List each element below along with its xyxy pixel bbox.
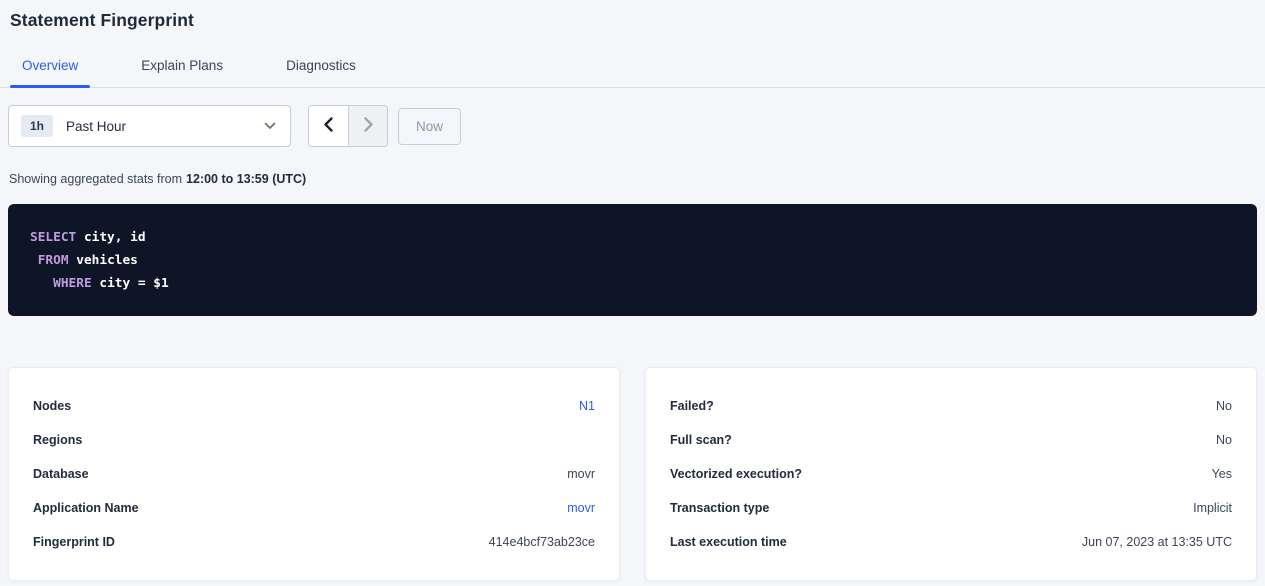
table-row: Database movr xyxy=(33,457,595,491)
row-label: Database xyxy=(33,467,89,481)
tab-diagnostics[interactable]: Diagnostics xyxy=(274,58,368,87)
execution-attributes-card: Failed? No Full scan? No Vectorized exec… xyxy=(645,367,1257,581)
row-label: Fingerprint ID xyxy=(33,535,115,549)
summary-cards: Nodes N1 Regions Database movr Applicati… xyxy=(8,367,1257,581)
sql-line: SELECT city, id xyxy=(30,226,1235,249)
interval-label: Past Hour xyxy=(66,119,126,134)
time-arrow-group xyxy=(308,105,388,147)
previous-time-button[interactable] xyxy=(309,106,348,146)
sql-keyword: SELECT xyxy=(30,230,76,245)
aggregated-stats-line: Showing aggregated stats from 12:00 to 13… xyxy=(9,172,1257,186)
row-label: Transaction type xyxy=(670,501,769,515)
now-button[interactable]: Now xyxy=(398,108,461,145)
sql-text: vehicles xyxy=(69,253,138,268)
sql-keyword: WHERE xyxy=(53,276,92,291)
sql-text: city, id xyxy=(76,230,145,245)
sql-line: FROM vehicles xyxy=(30,249,1235,272)
stats-prefix: Showing aggregated stats from xyxy=(9,172,182,186)
table-row: Last execution time Jun 07, 2023 at 13:3… xyxy=(670,525,1232,559)
sql-indent xyxy=(30,276,53,291)
row-label: Regions xyxy=(33,433,82,447)
sql-statement-box: SELECT city, id FROM vehicles WHERE city… xyxy=(8,204,1257,316)
page-header: Statement Fingerprint xyxy=(0,0,1265,31)
row-label: Nodes xyxy=(33,399,71,413)
row-label: Vectorized execution? xyxy=(670,467,802,481)
time-interval-dropdown[interactable]: 1h Past Hour xyxy=(8,105,291,147)
row-label: Full scan? xyxy=(670,433,732,447)
sql-keyword: FROM xyxy=(38,253,69,268)
fingerprint-id-value: 414e4bcf73ab23ce xyxy=(489,535,595,549)
table-row: Full scan? No xyxy=(670,423,1232,457)
interval-badge: 1h xyxy=(21,115,53,137)
sql-indent xyxy=(30,253,38,268)
table-row: Fingerprint ID 414e4bcf73ab23ce xyxy=(33,525,595,559)
row-value: No xyxy=(1216,399,1232,413)
sql-line: WHERE city = $1 xyxy=(30,272,1235,295)
nodes-link[interactable]: N1 xyxy=(579,399,595,413)
chevron-right-icon xyxy=(363,117,374,135)
tab-explain-plans[interactable]: Explain Plans xyxy=(129,58,235,87)
row-label: Last execution time xyxy=(670,535,787,549)
table-row: Vectorized execution? Yes xyxy=(670,457,1232,491)
tab-bar: Overview Explain Plans Diagnostics xyxy=(0,58,1265,88)
page-title: Statement Fingerprint xyxy=(10,10,1255,31)
sql-text: city = $1 xyxy=(92,276,169,291)
table-row: Regions xyxy=(33,423,595,457)
statement-details-card: Nodes N1 Regions Database movr Applicati… xyxy=(8,367,620,581)
next-time-button[interactable] xyxy=(348,106,387,146)
application-name-link[interactable]: movr xyxy=(567,501,595,515)
stats-time-range: 12:00 to 13:59 (UTC) xyxy=(186,172,306,186)
time-toolbar: 1h Past Hour Now xyxy=(8,105,1257,147)
chevron-left-icon xyxy=(323,117,334,135)
row-value: Yes xyxy=(1212,467,1232,481)
table-row: Failed? No xyxy=(670,389,1232,423)
row-label: Application Name xyxy=(33,501,139,515)
chevron-down-icon xyxy=(264,122,276,130)
table-row: Transaction type Implicit xyxy=(670,491,1232,525)
row-value: movr xyxy=(567,467,595,481)
last-execution-time-value: Jun 07, 2023 at 13:35 UTC xyxy=(1082,535,1232,549)
row-value: No xyxy=(1216,433,1232,447)
table-row: Nodes N1 xyxy=(33,389,595,423)
tab-overview[interactable]: Overview xyxy=(10,58,90,87)
row-value: Implicit xyxy=(1193,501,1232,515)
row-label: Failed? xyxy=(670,399,714,413)
table-row: Application Name movr xyxy=(33,491,595,525)
